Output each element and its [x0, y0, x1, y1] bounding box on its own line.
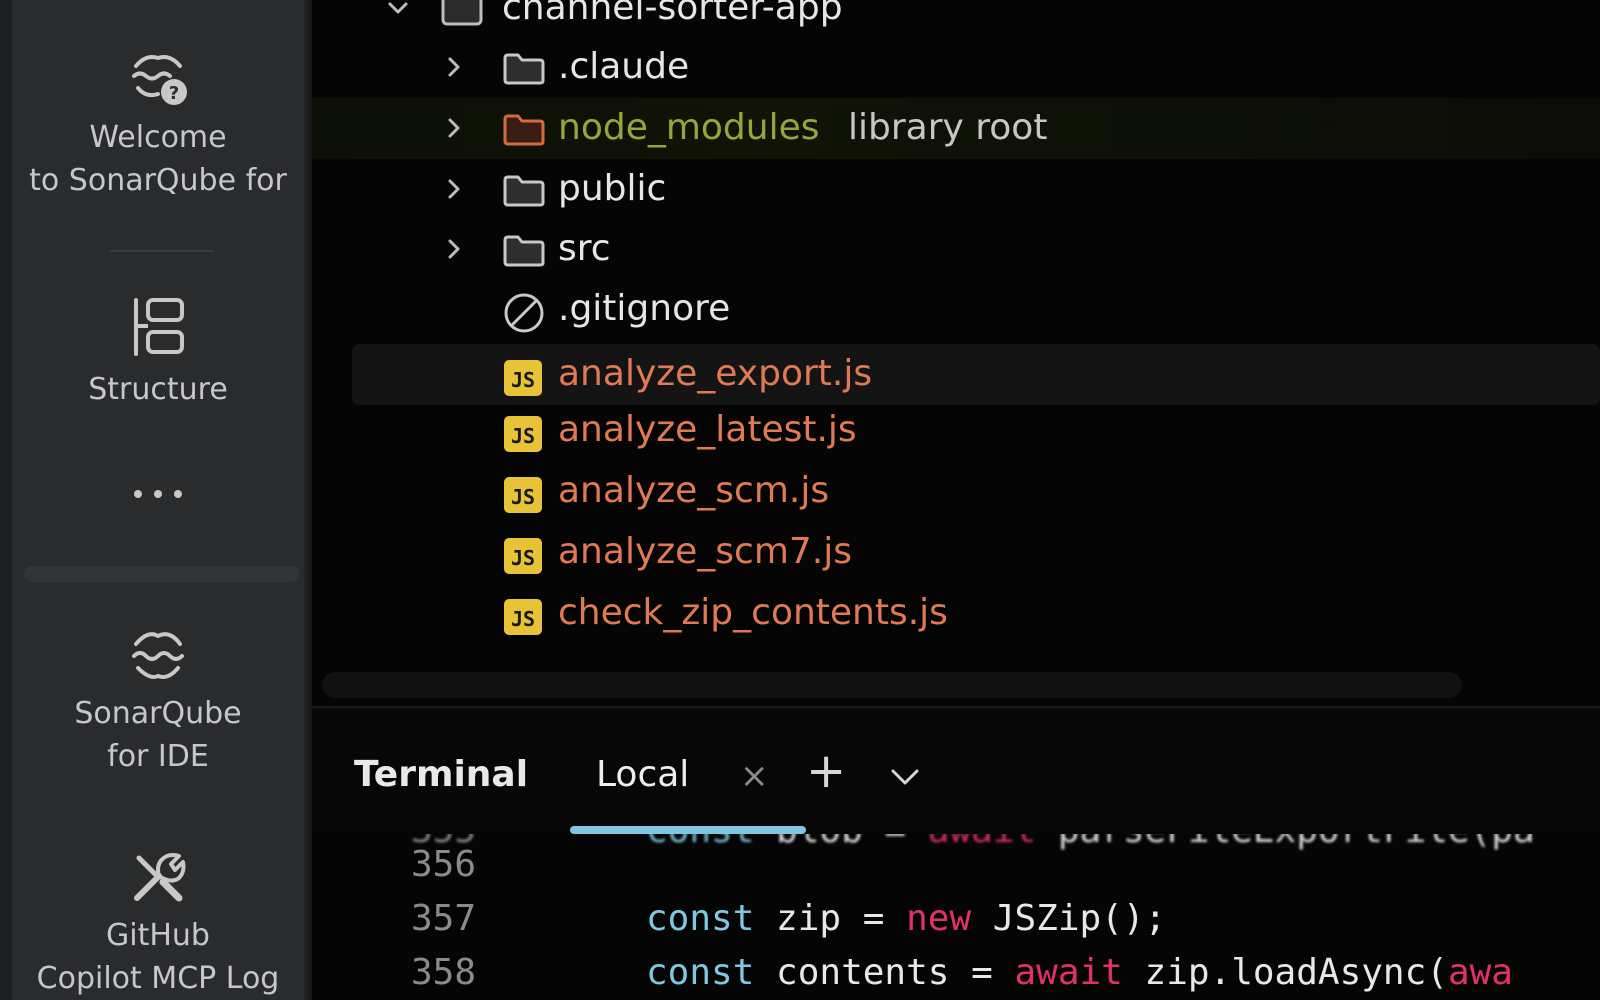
- library-folder-icon: [503, 114, 545, 146]
- line-number: 358: [410, 952, 476, 993]
- strip-separator: [110, 250, 214, 252]
- svg-text:?: ?: [169, 83, 179, 104]
- terminal-output[interactable]: 355 const blob = await parseFileExportFi…: [312, 834, 1600, 1000]
- js-file-icon: JS: [504, 599, 542, 635]
- tool-structure[interactable]: Structure: [12, 296, 304, 411]
- tool-github-copilot-mcp-log[interactable]: GitHub Copilot MCP Log: [12, 848, 304, 1000]
- tool-welcome-sonarqube[interactable]: ? Welcome to SonarQube for: [12, 44, 304, 202]
- structure-icon: [134, 298, 184, 356]
- tree-row-analyze-latest[interactable]: JS analyze_latest.js: [312, 400, 1600, 461]
- chevron-down-icon[interactable]: [386, 0, 410, 20]
- close-icon[interactable]: ×: [740, 756, 769, 796]
- tool-window-strip: ? Welcome to SonarQube for Structure Son…: [0, 0, 312, 1000]
- js-file-icon: JS: [504, 416, 542, 452]
- library-root-tag: library root: [848, 107, 1048, 148]
- chevron-right-icon[interactable]: [442, 237, 466, 261]
- tree-row-gitignore[interactable]: .gitignore: [312, 279, 1600, 340]
- folder-icon: [503, 175, 545, 207]
- code-text: const contents = await zip.loadAsync(awa: [646, 952, 1513, 993]
- chevron-right-icon[interactable]: [442, 177, 466, 201]
- project-tree: channel-sorter-app .claude node_modules …: [312, 0, 1600, 700]
- tree-row-analyze-scm[interactable]: JS analyze_scm.js: [312, 461, 1600, 522]
- tree-item-name: analyze_scm.js: [558, 470, 830, 511]
- line-number: 357: [410, 898, 476, 939]
- tool-label: for IDE: [107, 739, 209, 774]
- module-icon: [441, 0, 483, 26]
- sonarqube-icon: [132, 632, 184, 679]
- more-icon: [134, 490, 182, 498]
- tool-label: Welcome: [89, 120, 227, 155]
- js-file-icon: JS: [504, 477, 542, 513]
- tree-row-public[interactable]: public: [312, 159, 1600, 220]
- tree-root-name: channel-sorter-app: [502, 0, 843, 28]
- strip-edge: [0, 0, 12, 1000]
- tool-more[interactable]: [12, 486, 304, 502]
- terminal-tab-local[interactable]: Local ×: [562, 708, 812, 830]
- tree-item-name: analyze_latest.js: [558, 409, 857, 450]
- tree-row-root[interactable]: channel-sorter-app: [312, 0, 1600, 39]
- tool-label: SonarQube: [74, 696, 242, 731]
- folder-icon: [503, 235, 545, 267]
- tree-row-claude[interactable]: .claude: [312, 37, 1600, 98]
- tree-row-src[interactable]: src: [312, 219, 1600, 280]
- tree-row-analyze-export[interactable]: JS analyze_export.js: [352, 344, 1600, 405]
- add-terminal-icon[interactable]: +: [806, 746, 846, 796]
- tree-item-name: .gitignore: [558, 288, 731, 329]
- js-file-icon: JS: [504, 360, 542, 396]
- code-line: 356: [312, 838, 1600, 892]
- tool-label: to SonarQube for: [29, 163, 287, 198]
- tool-label: Structure: [88, 372, 228, 407]
- folder-icon: [503, 53, 545, 85]
- code-line: 358 const contents = await zip.loadAsync…: [312, 946, 1600, 1000]
- tree-item-name: node_modules: [558, 107, 820, 148]
- tree-item-name: .claude: [558, 46, 690, 87]
- ignore-file-icon: [504, 293, 544, 333]
- strip-scrollbar[interactable]: [24, 566, 300, 582]
- tree-item-name: src: [558, 228, 611, 269]
- code-text: const zip = new JSZip();: [646, 898, 1167, 939]
- line-number: 356: [410, 844, 476, 885]
- tree-horizontal-scrollbar[interactable]: [322, 672, 1462, 698]
- tree-row-check-zip-contents[interactable]: JS check_zip_contents.js: [312, 583, 1600, 644]
- terminal-title: Terminal: [354, 754, 529, 795]
- strip-shade: [304, 0, 312, 1000]
- github-copilot-mcp-icon: [134, 853, 186, 902]
- tool-sonarqube-ide[interactable]: SonarQube for IDE: [12, 626, 304, 778]
- chevron-down-icon[interactable]: [888, 760, 922, 794]
- tree-row-analyze-scm7[interactable]: JS analyze_scm7.js: [312, 522, 1600, 583]
- chevron-right-icon[interactable]: [442, 116, 466, 140]
- tool-label: Copilot MCP Log: [36, 961, 280, 996]
- terminal-tab-label: Local: [596, 754, 690, 795]
- tree-row-node-modules[interactable]: node_modules library root: [312, 98, 1600, 159]
- tree-item-name: analyze_export.js: [558, 353, 873, 394]
- js-file-icon: JS: [504, 538, 542, 574]
- active-tab-indicator: [570, 826, 806, 834]
- tree-item-name: public: [558, 168, 667, 209]
- tool-label: GitHub: [106, 918, 210, 953]
- terminal-header: Terminal Local × +: [312, 708, 1600, 830]
- chevron-right-icon[interactable]: [442, 55, 466, 79]
- tree-item-name: check_zip_contents.js: [558, 592, 948, 633]
- sonarqube-welcome-icon: ?: [132, 55, 187, 105]
- tree-item-name: analyze_scm7.js: [558, 531, 853, 572]
- code-line: 357 const zip = new JSZip();: [312, 892, 1600, 946]
